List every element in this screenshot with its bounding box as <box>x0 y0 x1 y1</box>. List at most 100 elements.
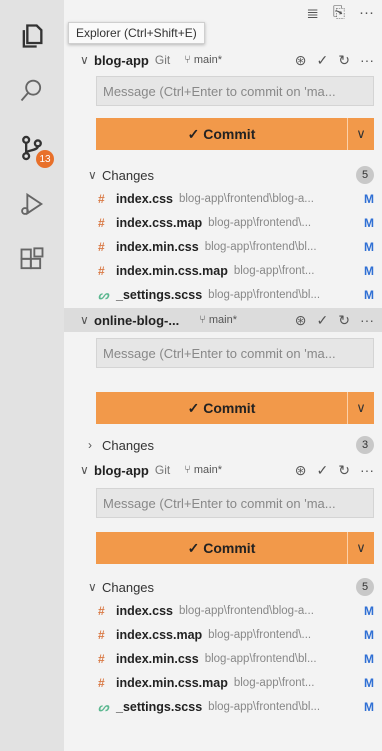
file-item[interactable]: # index.min.css blog-app\frontend\bl... … <box>98 648 374 670</box>
sync-icon[interactable]: ⊛ <box>295 52 307 69</box>
file-status: M <box>364 264 374 278</box>
commit-button-group: ✓ Commit ∨ <box>96 532 374 564</box>
explorer-icon[interactable] <box>0 12 64 60</box>
file-item[interactable]: # index.css.map blog-app\frontend\... M <box>98 212 374 234</box>
commit-button-group: ✓ Commit ∨ <box>96 392 374 424</box>
commit-message-input[interactable]: Message (Ctrl+Enter to commit on 'ma... <box>96 488 374 518</box>
commit-button[interactable]: ✓ Commit <box>96 392 347 424</box>
chevron-down-icon: ∨ <box>88 168 97 182</box>
view-as-tree-icon[interactable]: ≣ <box>306 4 319 22</box>
file-item[interactable]: # index.min.css blog-app\frontend\bl... … <box>98 236 374 258</box>
source-control-panel: ≣ ⎘ ··· Explorer (Ctrl+Shift+E) ∨ blog-a… <box>64 0 382 751</box>
commit-dropdown-button[interactable]: ∨ <box>347 392 374 424</box>
activity-bar: 13 <box>0 0 64 751</box>
file-path: blog-app\frontend\... <box>208 217 312 229</box>
file-status: M <box>364 216 374 230</box>
refresh-icon[interactable]: ↻ <box>338 312 350 329</box>
file-item[interactable]: # index.min.css.map blog-app\front... M <box>98 260 374 282</box>
changes-label: Changes <box>102 579 155 595</box>
file-item[interactable]: ᔕ _settings.scss blog-app\frontend\bl...… <box>98 696 374 718</box>
commit-changes-icon[interactable]: ⎘ <box>333 4 345 22</box>
file-path: blog-app\frontend\... <box>208 629 312 641</box>
css-file-icon: # <box>98 216 105 230</box>
refresh-icon[interactable]: ↻ <box>338 52 350 69</box>
commit-message-input[interactable]: Message (Ctrl+Enter to commit on 'ma... <box>96 338 374 368</box>
changes-label: Changes <box>102 167 155 183</box>
repo-header[interactable]: ∨ blog-app Git ⑂ main* ⊛ ✓ ↻ ··· <box>64 48 382 72</box>
commit-button[interactable]: ✓ Commit <box>96 118 347 150</box>
branch-indicator[interactable]: ⑂ main* <box>184 464 222 476</box>
commit-dropdown-button[interactable]: ∨ <box>347 532 374 564</box>
more-icon[interactable]: ··· <box>360 462 374 479</box>
file-status: M <box>364 676 374 690</box>
file-item[interactable]: ᔕ _settings.scss blog-app\frontend\bl...… <box>98 284 374 306</box>
repo-kind: Git <box>154 463 171 477</box>
file-path: blog-app\frontend\bl... <box>204 653 317 665</box>
branch-indicator[interactable]: ⑂ main* <box>199 314 237 326</box>
chevron-down-icon: ∨ <box>80 313 89 327</box>
repo-kind: Git <box>154 53 171 67</box>
more-icon[interactable]: ··· <box>360 52 374 69</box>
chevron-down-icon: ∨ <box>88 580 97 594</box>
changes-count-badge: 5 <box>356 578 374 596</box>
changes-count-badge: 3 <box>356 436 374 454</box>
run-debug-icon[interactable] <box>0 180 64 228</box>
changes-section-header[interactable]: ∨ Changes 5 <box>88 164 374 186</box>
changes-count-badge: 5 <box>356 166 374 184</box>
file-name: index.css <box>116 192 173 206</box>
file-item[interactable]: # index.css blog-app\frontend\blog-a... … <box>98 188 374 210</box>
panel-toolbar: ≣ ⎘ ··· <box>306 4 374 22</box>
commit-message-input[interactable]: Message (Ctrl+Enter to commit on 'ma... <box>96 76 374 106</box>
file-name: _settings.scss <box>116 288 203 302</box>
file-path: blog-app\frontend\bl... <box>204 241 317 253</box>
repo-header[interactable]: ∨ online-blog-... ⑂ main* ⊛ ✓ ↻ ··· <box>64 308 382 332</box>
commit-check-icon[interactable]: ✓ <box>317 52 329 69</box>
changes-section-header[interactable]: ∨ Changes 5 <box>88 576 374 598</box>
branch-name: main* <box>208 314 237 326</box>
commit-check-icon[interactable]: ✓ <box>317 462 329 479</box>
css-file-icon: # <box>98 652 105 666</box>
changes-label: Changes <box>102 437 155 453</box>
file-path: blog-app\frontend\bl... <box>208 289 321 301</box>
more-actions-icon[interactable]: ··· <box>359 4 374 22</box>
css-file-icon: # <box>98 628 105 642</box>
commit-check-icon[interactable]: ✓ <box>317 312 329 329</box>
file-item[interactable]: # index.css blog-app\frontend\blog-a... … <box>98 600 374 622</box>
search-icon[interactable] <box>0 66 64 114</box>
file-status: M <box>364 192 374 206</box>
more-icon[interactable]: ··· <box>360 312 374 329</box>
commit-dropdown-button[interactable]: ∨ <box>347 118 374 150</box>
branch-indicator[interactable]: ⑂ main* <box>184 54 222 66</box>
commit-button-group: ✓ Commit ∨ <box>96 118 374 150</box>
sass-file-icon: ᔕ <box>98 288 109 302</box>
css-file-icon: # <box>98 240 105 254</box>
sync-icon[interactable]: ⊛ <box>295 462 307 479</box>
file-name: index.min.css.map <box>116 264 228 278</box>
file-item[interactable]: # index.css.map blog-app\frontend\... M <box>98 624 374 646</box>
file-item[interactable]: # index.min.css.map blog-app\front... M <box>98 672 374 694</box>
source-control-icon[interactable]: 13 <box>0 124 64 172</box>
repo-name: blog-app <box>94 52 149 68</box>
branch-name: main* <box>193 464 223 476</box>
repo-header[interactable]: ∨ blog-app Git ⑂ main* ⊛ ✓ ↻ ··· <box>64 458 382 482</box>
explorer-tooltip: Explorer (Ctrl+Shift+E) <box>68 22 205 44</box>
sync-icon[interactable]: ⊛ <box>295 312 307 329</box>
branch-name: main* <box>193 54 223 66</box>
repo-name: online-blog-... <box>94 312 180 328</box>
css-file-icon: # <box>98 192 105 206</box>
changes-section-header[interactable]: › Changes 3 <box>88 434 374 456</box>
file-status: M <box>364 240 374 254</box>
css-file-icon: # <box>98 676 105 690</box>
chevron-down-icon: ∨ <box>80 463 89 477</box>
repo-name: blog-app <box>94 462 149 478</box>
file-path: blog-app\front... <box>233 265 315 277</box>
css-file-icon: # <box>98 264 105 278</box>
sass-file-icon: ᔕ <box>98 700 109 714</box>
refresh-icon[interactable]: ↻ <box>338 462 350 479</box>
file-path: blog-app\frontend\blog-a... <box>178 605 314 617</box>
file-name: index.css.map <box>116 628 203 642</box>
file-status: M <box>364 288 374 302</box>
extensions-icon[interactable] <box>0 236 64 284</box>
file-name: index.css <box>116 604 173 618</box>
commit-button[interactable]: ✓ Commit <box>96 532 347 564</box>
